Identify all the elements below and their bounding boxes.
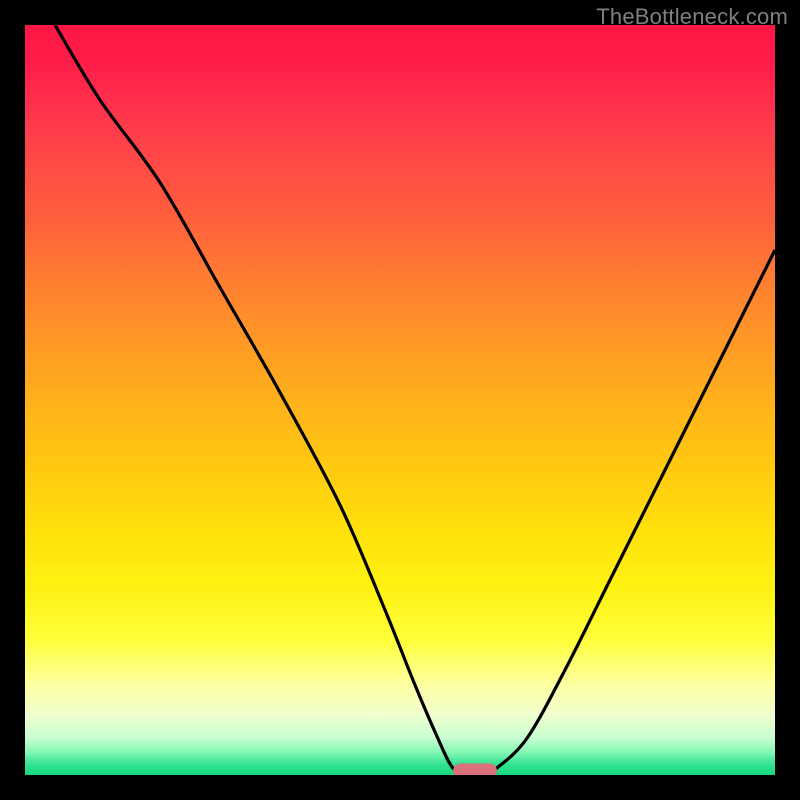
chart-container: TheBottleneck.com bbox=[0, 0, 800, 800]
bottleneck-curve-svg bbox=[25, 25, 775, 775]
plot-area bbox=[25, 25, 775, 775]
optimal-marker bbox=[453, 764, 497, 776]
watermark-text: TheBottleneck.com bbox=[596, 4, 788, 30]
bottleneck-curve-path bbox=[55, 25, 775, 775]
